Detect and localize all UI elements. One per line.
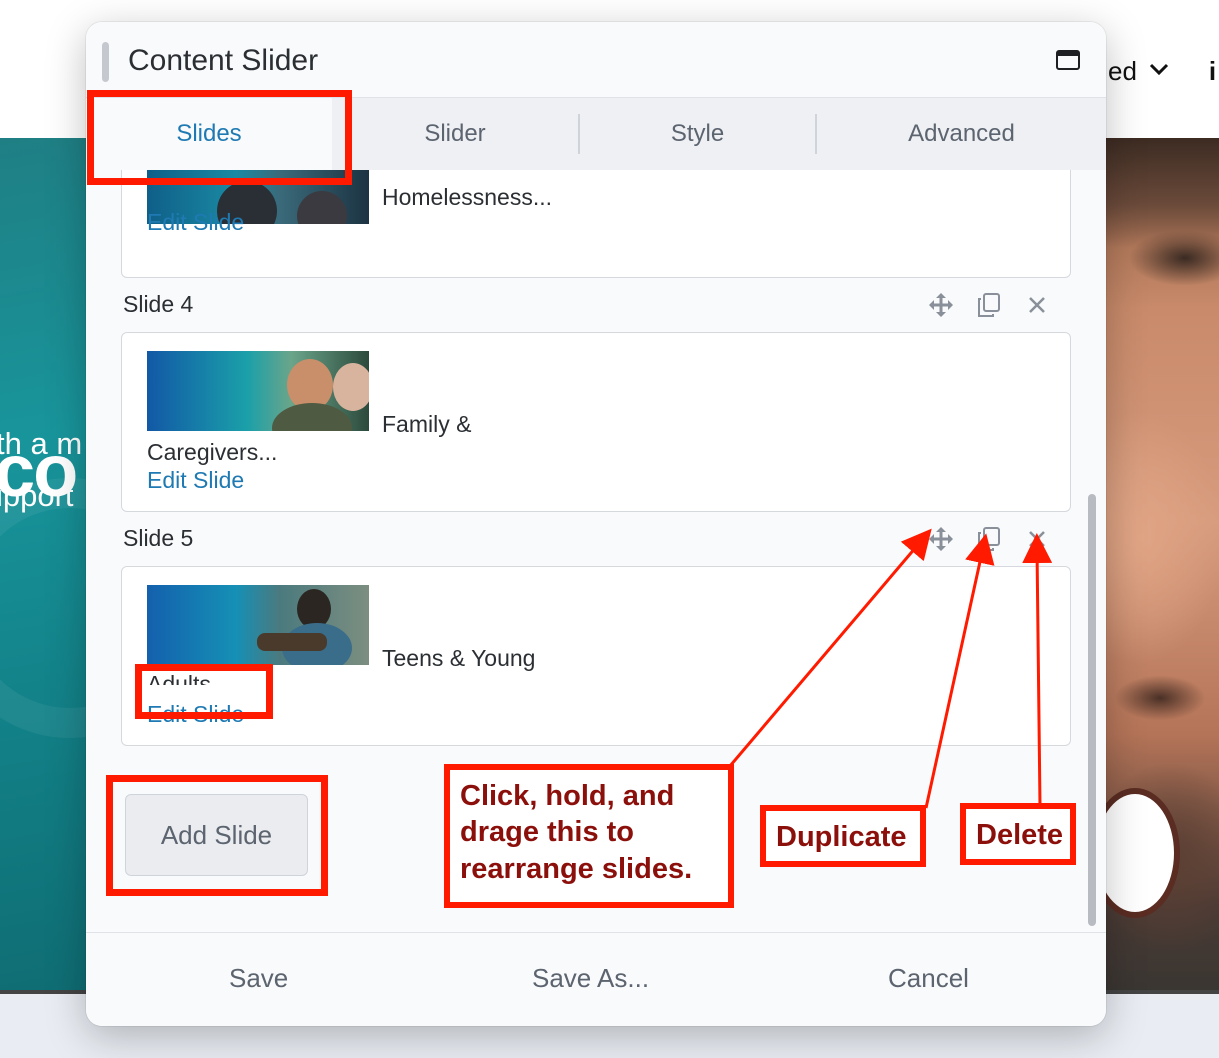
tab-style[interactable]: Style	[580, 98, 815, 170]
delete-icon[interactable]	[1024, 292, 1050, 318]
slide-title-text-cont: Caregivers...	[147, 439, 278, 465]
nav-label-fragment: ed	[1108, 56, 1137, 86]
slide-title-text-cont: Adults	[147, 671, 211, 685]
tab-advanced[interactable]: Advanced	[817, 98, 1106, 170]
slide-thumbnail	[147, 351, 369, 431]
chevron-down-icon	[1149, 60, 1169, 81]
slide-title-text: Homelessness...	[382, 184, 553, 210]
save-button[interactable]: Save	[229, 963, 288, 994]
slide-title-text: Family &	[382, 411, 472, 437]
tab-slider[interactable]: Slider	[332, 98, 578, 170]
maximize-icon[interactable]	[1056, 50, 1080, 70]
modal-header: Content Slider	[86, 22, 1106, 98]
edit-slide-link[interactable]: Edit Slide	[147, 701, 244, 728]
duplicate-icon[interactable]	[976, 292, 1002, 318]
slide-card: Family & Caregivers... Edit Slide	[121, 332, 1071, 512]
edit-slide-link[interactable]: Edit Slide	[147, 209, 244, 236]
modal-title: Content Slider	[128, 44, 319, 77]
duplicate-icon[interactable]	[976, 526, 1002, 552]
duplicate-annotation: Duplicate	[760, 805, 926, 867]
modal-footer: Save Save As... Cancel	[86, 932, 1106, 1026]
scrollbar[interactable]	[1088, 494, 1096, 926]
slide-label: Slide 5	[123, 525, 194, 551]
slide-actions	[928, 292, 1050, 318]
delete-annotation: Delete	[960, 803, 1076, 865]
slide-card: Homelessness... Edit Slide	[121, 170, 1071, 278]
slide-actions	[928, 526, 1050, 552]
save-as-button[interactable]: Save As...	[532, 963, 649, 994]
tab-slides[interactable]: Slides	[86, 98, 332, 170]
cancel-button[interactable]: Cancel	[888, 963, 969, 994]
background-nav[interactable]: ed i	[1108, 56, 1216, 87]
move-icon[interactable]	[928, 526, 954, 552]
slide-label: Slide 4	[123, 291, 194, 317]
edit-slide-link[interactable]: Edit Slide	[147, 467, 244, 494]
drag-handle-icon[interactable]	[102, 42, 109, 82]
slide-card: Teens & Young Adults Edit Slide	[121, 566, 1071, 746]
add-slide-button[interactable]: Add Slide	[125, 794, 308, 876]
delete-icon[interactable]	[1024, 526, 1050, 552]
hero-line1-fragment: th a m	[0, 426, 83, 461]
slide-title-text: Teens & Young	[382, 645, 536, 671]
slide-thumbnail	[147, 585, 369, 665]
nav-trailing-fragment: i	[1208, 56, 1217, 86]
background-hero-photo	[1100, 138, 1219, 990]
hero-line2-fragment: ipport	[0, 478, 74, 513]
move-icon[interactable]	[928, 292, 954, 318]
tab-bar: Slides Slider Style Advanced	[86, 98, 1106, 170]
move-annotation: Click, hold, and drage this to rearrange…	[444, 764, 734, 908]
